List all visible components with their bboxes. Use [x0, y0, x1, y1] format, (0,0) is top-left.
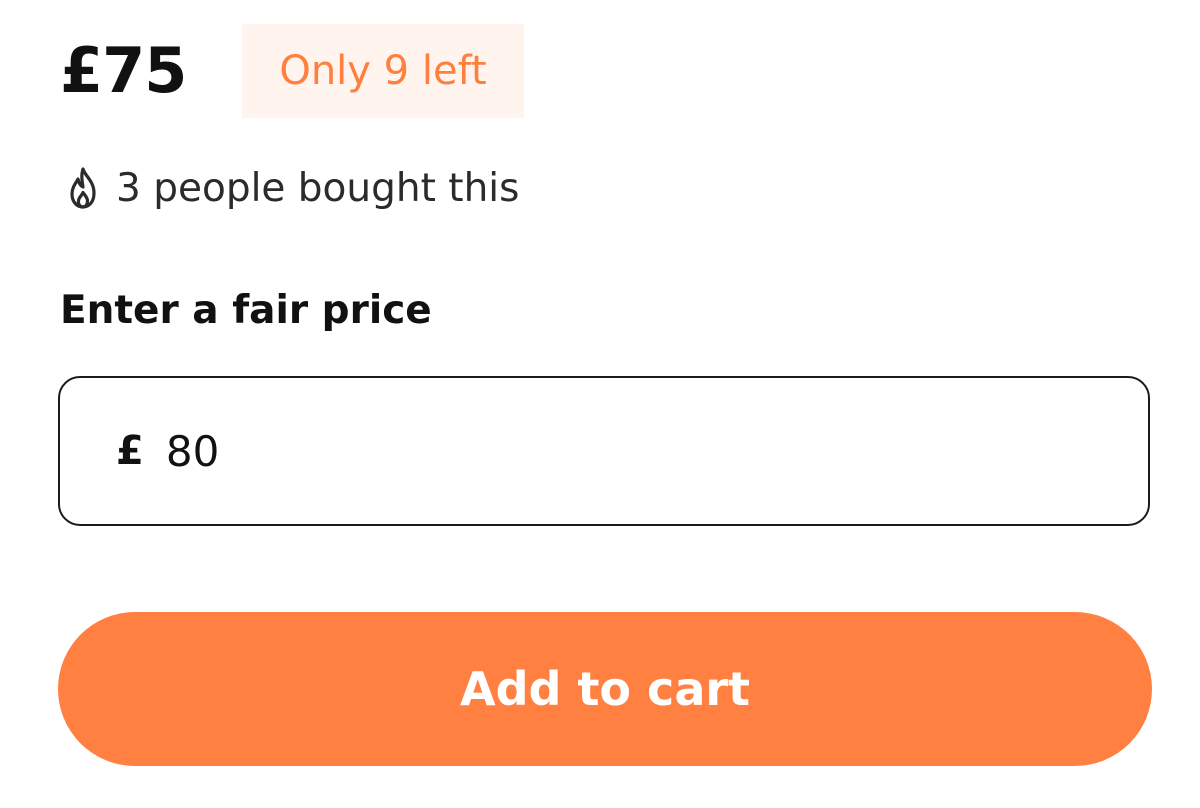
price-row: £75	[60, 24, 187, 118]
purchase-count: 3 people bought this	[64, 160, 519, 216]
product-price: £75	[60, 34, 187, 107]
purchase-count-text: 3 people bought this	[116, 165, 520, 211]
currency-symbol: £	[116, 428, 144, 474]
fair-price-input[interactable]	[165, 426, 1066, 476]
stock-badge: Only 9 left	[242, 24, 524, 118]
fair-price-field[interactable]: £	[58, 376, 1150, 526]
add-to-cart-button[interactable]: Add to cart	[58, 612, 1152, 766]
flame-icon	[64, 165, 102, 211]
fair-price-label: Enter a fair price	[60, 288, 432, 333]
stock-badge-label: Only 9 left	[279, 48, 487, 94]
